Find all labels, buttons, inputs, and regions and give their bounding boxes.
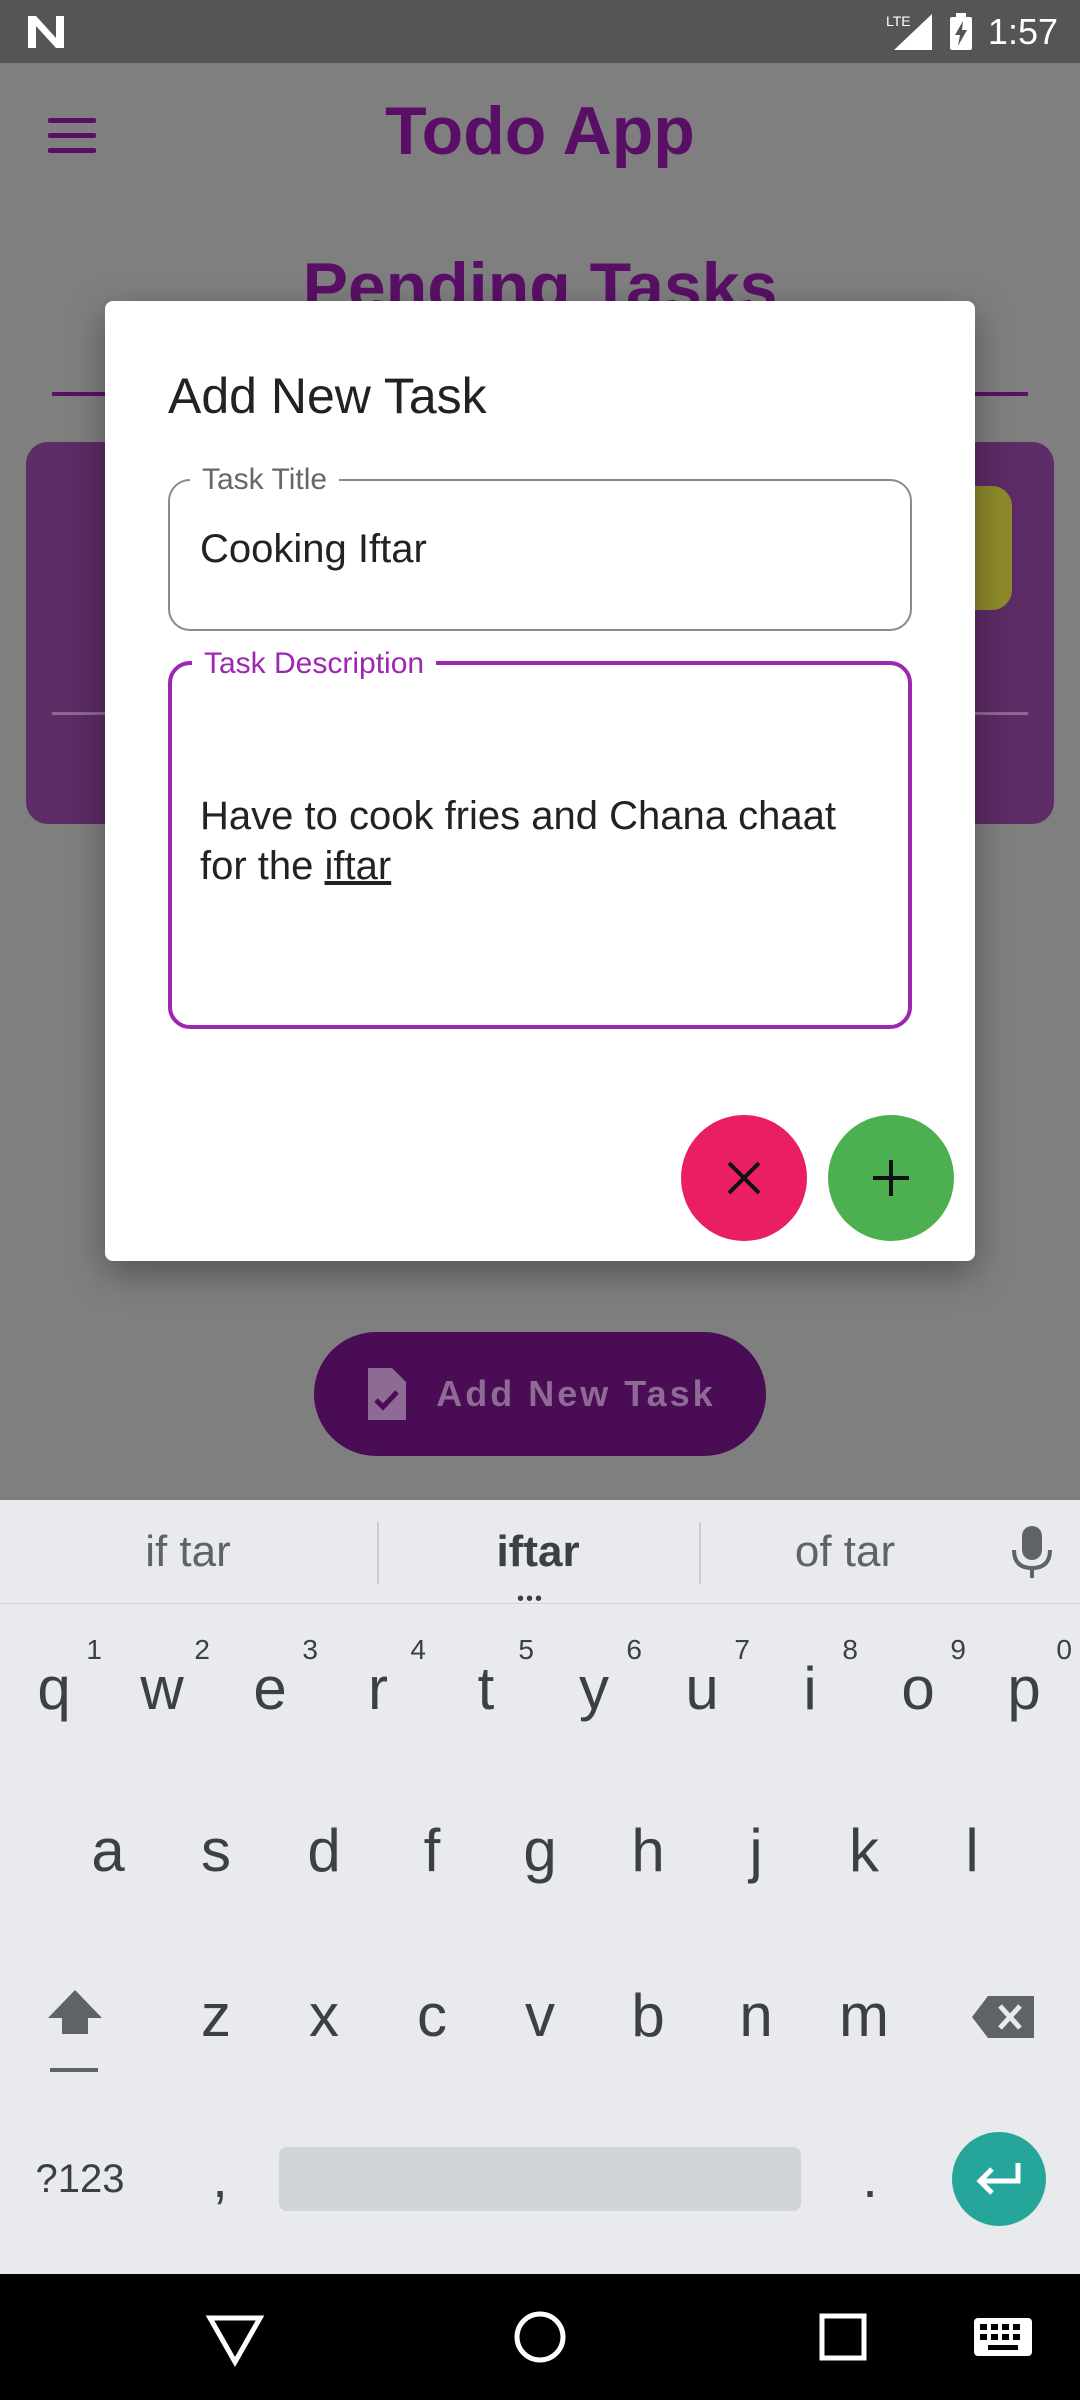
app-title: Todo App <box>385 93 695 169</box>
task-file-icon <box>368 1368 407 1420</box>
key-g[interactable]: g <box>488 1790 592 1910</box>
key-j[interactable]: j <box>704 1790 808 1910</box>
task-title-label: Task Title <box>190 464 340 496</box>
cancel-button[interactable] <box>681 1115 807 1241</box>
notification-n-icon <box>28 16 64 48</box>
key-label: w <box>140 1654 184 1722</box>
period-key[interactable]: . <box>840 2132 900 2222</box>
key-h[interactable]: h <box>596 1790 700 1910</box>
key-label: q <box>37 1654 71 1722</box>
back-nav-icon[interactable] <box>202 2304 268 2370</box>
backspace-icon[interactable] <box>968 1976 1040 2056</box>
svg-text:LTE: LTE <box>886 13 911 29</box>
key-hint: 8 <box>842 1634 858 1665</box>
suggestion-1[interactable]: if tar <box>0 1500 376 1604</box>
comma-key[interactable]: , <box>190 2132 250 2222</box>
task-title-input[interactable]: Cooking Iftar <box>200 527 427 572</box>
task-description-label: Task Description <box>192 648 437 680</box>
suggestion-3[interactable]: of tar <box>700 1500 990 1604</box>
key-n[interactable]: n <box>704 1955 808 2075</box>
key-hint: 1 <box>86 1634 102 1665</box>
key-label: i <box>803 1654 817 1722</box>
key-s[interactable]: s <box>164 1790 268 1910</box>
key-label: y <box>579 1654 609 1722</box>
clock: 1:57 <box>987 11 1058 52</box>
key-hint: 2 <box>194 1634 210 1665</box>
key-e[interactable]: e3 <box>218 1628 322 1748</box>
dialog-title: Add New Task <box>168 368 487 424</box>
key-a[interactable]: a <box>56 1790 160 1910</box>
key-x[interactable]: x <box>272 1955 376 2075</box>
key-q[interactable]: q1 <box>2 1628 106 1748</box>
section-title: Pending Tasks <box>302 249 778 304</box>
recents-nav-icon[interactable] <box>810 2304 876 2370</box>
keyboard-switch-icon[interactable] <box>968 2304 1038 2370</box>
add-task-dialog: Add New Task Task Title Cooking Iftar Ta… <box>105 301 975 1261</box>
key-u[interactable]: u7 <box>650 1628 754 1748</box>
key-t[interactable]: t5 <box>434 1628 538 1748</box>
key-r[interactable]: r4 <box>326 1628 430 1748</box>
enter-icon <box>976 2163 1021 2195</box>
add-task-button[interactable] <box>828 1115 954 1241</box>
key-k[interactable]: k <box>812 1790 916 1910</box>
description-text: Have to cook fries and Chana chaat for t… <box>200 794 836 888</box>
key-hint: 6 <box>626 1634 642 1665</box>
key-b[interactable]: b <box>596 1955 700 2075</box>
key-y[interactable]: y6 <box>542 1628 646 1748</box>
key-label: e <box>253 1654 287 1722</box>
suggestion-strip: if tar iftar of tar ••• <box>0 1500 1080 1610</box>
key-d[interactable]: d <box>272 1790 376 1910</box>
battery-charging-icon <box>949 13 972 50</box>
add-new-task-button[interactable]: Add New Task <box>314 1332 766 1456</box>
key-c[interactable]: c <box>380 1955 484 2075</box>
home-nav-icon[interactable] <box>507 2304 573 2370</box>
key-w[interactable]: w2 <box>110 1628 214 1748</box>
navigation-bar <box>0 2274 1080 2400</box>
key-hint: 3 <box>302 1634 318 1665</box>
task-title-field[interactable]: Task Title Cooking Iftar <box>168 464 912 631</box>
key-label: p <box>1007 1654 1041 1722</box>
key-hint: 7 <box>734 1634 750 1665</box>
key-l[interactable]: l <box>920 1790 1024 1910</box>
key-f[interactable]: f <box>380 1790 484 1910</box>
description-underlined-word: iftar <box>324 844 392 888</box>
key-hint: 4 <box>410 1634 426 1665</box>
space-key[interactable] <box>279 2147 801 2211</box>
symbols-key[interactable]: ?123 <box>20 2144 140 2214</box>
key-label: u <box>685 1654 719 1722</box>
key-p[interactable]: p0 <box>972 1628 1076 1748</box>
key-hint: 5 <box>518 1634 534 1665</box>
key-hint: 9 <box>950 1634 966 1665</box>
add-new-task-label: Add New Task <box>436 1373 716 1414</box>
task-description-field[interactable]: Task Description Have to cook fries and … <box>168 648 912 1029</box>
key-hint: 0 <box>1056 1634 1072 1665</box>
key-label: t <box>477 1654 495 1722</box>
key-i[interactable]: i8 <box>758 1628 862 1748</box>
suggestion-more-dots: ••• <box>517 1588 545 1610</box>
key-z[interactable]: z <box>164 1955 268 2075</box>
key-o[interactable]: o9 <box>866 1628 970 1748</box>
status-icons: LTE 1:57 <box>886 6 1058 58</box>
plus-icon <box>873 1160 909 1196</box>
key-label: r <box>368 1654 388 1722</box>
key-v[interactable]: v <box>488 1955 592 2075</box>
shift-key-icon[interactable] <box>30 1950 120 2080</box>
status-bar: LTE 1:57 <box>0 0 1080 63</box>
microphone-icon[interactable] <box>1010 1524 1054 1580</box>
key-label: o <box>901 1654 935 1722</box>
lte-signal-icon: LTE <box>886 13 932 50</box>
key-m[interactable]: m <box>812 1955 916 2075</box>
close-icon <box>727 1161 761 1195</box>
task-description-input[interactable]: Have to cook fries and Chana chaat for t… <box>200 791 888 891</box>
enter-key[interactable] <box>952 2132 1046 2226</box>
